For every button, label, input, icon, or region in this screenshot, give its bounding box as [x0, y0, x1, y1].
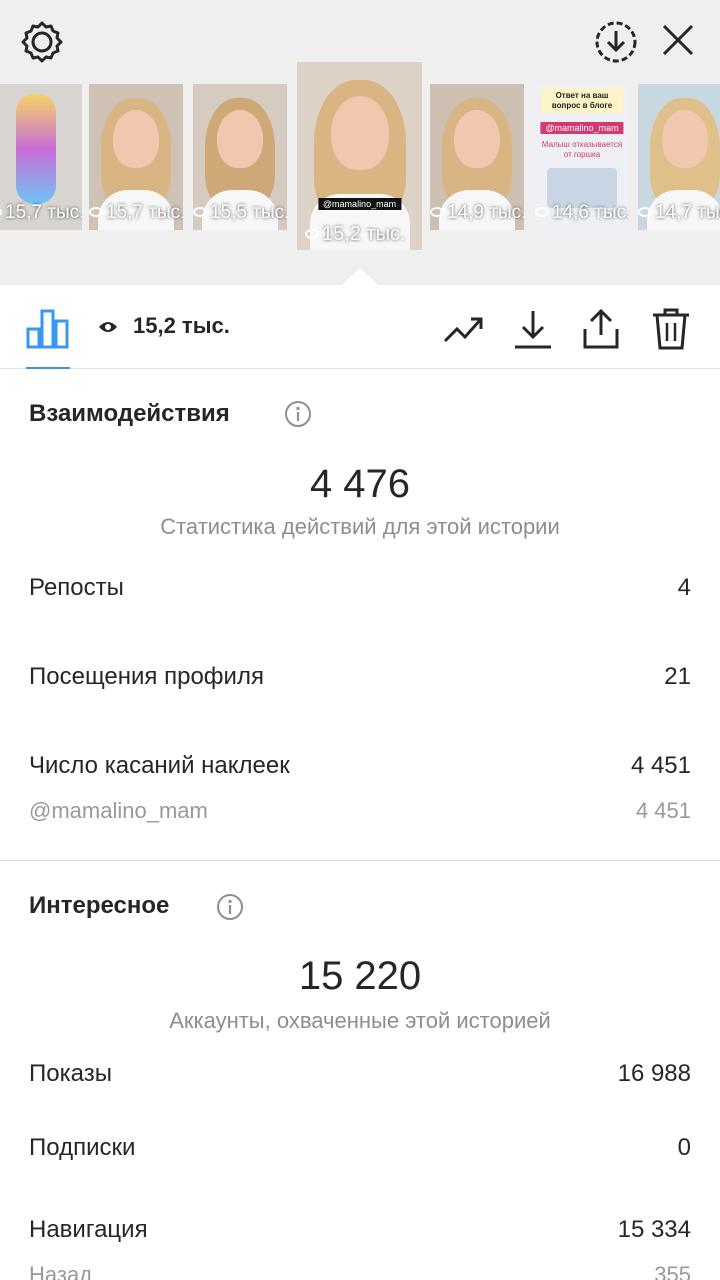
follows-label: Подписки	[29, 1134, 136, 1161]
section-divider	[0, 860, 720, 861]
eye-icon	[89, 207, 103, 217]
mention-sticker-value: 4 451	[635, 798, 691, 823]
interactions-subtitle: Статистика действий для этой истории	[160, 514, 560, 539]
mention-sticker-label: @mamalino_mam	[29, 798, 208, 823]
story-views: 15,7 тыс.	[106, 202, 183, 223]
story-carousel-area: 15,7 тыс. 15,7 тыс. 15,5 тыс. @mamalino_…	[0, 0, 720, 285]
bar-chart-icon[interactable]	[26, 307, 70, 349]
story-thumbnail[interactable]: Ответ на ваш вопрос в блоге @mamalino_ma…	[535, 84, 629, 230]
back-label: Назад	[29, 1262, 93, 1280]
interactions-title: Взаимодействия	[29, 400, 230, 427]
trending-up-icon[interactable]	[441, 307, 485, 351]
navigation-value: 15 334	[617, 1216, 691, 1243]
mention-sticker: @mamalino_mam	[317, 198, 402, 210]
sticker-taps-label: Число касаний наклеек	[29, 752, 290, 779]
views-count: 15,2 тыс.	[133, 313, 230, 338]
story-views: 15,7 тыс.	[5, 202, 82, 223]
back-value: 355	[654, 1262, 691, 1280]
eye-icon	[305, 229, 319, 239]
active-tab-indicator	[26, 367, 70, 369]
eye-icon	[535, 207, 549, 217]
story-views: 14,6 тыс.	[552, 202, 629, 223]
eye-icon	[638, 207, 652, 217]
impressions-value: 16 988	[617, 1060, 691, 1087]
settings-gear-icon[interactable]	[18, 18, 66, 66]
story-thumbnail-strip: 15,7 тыс. 15,7 тыс. 15,5 тыс. @mamalino_…	[0, 62, 720, 252]
eye-icon	[99, 322, 117, 332]
profile-visits-label: Посещения профиля	[29, 663, 264, 690]
story-thumbnail[interactable]: 15,5 тыс.	[193, 84, 287, 230]
insights-toolbar: 15,2 тыс.	[0, 285, 720, 369]
discovery-subtitle: Аккаунты, охваченные этой историей	[169, 1008, 551, 1033]
reposts-value: 4	[677, 574, 691, 601]
eye-icon	[430, 207, 444, 217]
sticker-taps-value: 4 451	[630, 752, 691, 779]
selected-pointer	[342, 268, 378, 285]
question-banner: Ответ на ваш вопрос в блоге	[541, 88, 623, 114]
eye-icon	[193, 207, 207, 217]
story-caption: Малыш отказывается от горшка	[541, 140, 623, 159]
info-icon[interactable]	[284, 400, 312, 428]
story-thumbnail[interactable]: 15,7 тыс.	[0, 84, 82, 230]
story-views: 15,2 тыс.	[322, 223, 406, 245]
mention-sticker: @mamalino_mam	[540, 122, 624, 134]
discovery-total: 15 220	[298, 954, 422, 998]
close-icon[interactable]	[656, 18, 700, 62]
interactions-total: 4 476	[309, 462, 411, 506]
discovery-title: Интересное	[29, 892, 170, 919]
story-thumbnail[interactable]: 14,7 тыс.	[638, 84, 720, 230]
trash-icon[interactable]	[649, 307, 693, 351]
download-icon[interactable]	[511, 307, 555, 351]
profile-visits-value: 21	[664, 663, 691, 690]
story-thumbnail-selected[interactable]: @mamalino_mam 15,2 тыс.	[297, 62, 422, 250]
eye-icon	[0, 207, 2, 217]
story-views: 14,9 тыс.	[447, 202, 524, 223]
story-views: 14,7 тыс.	[655, 202, 720, 223]
story-thumbnail[interactable]: 14,9 тыс.	[430, 84, 524, 230]
story-thumbnail[interactable]: 15,7 тыс.	[89, 84, 183, 230]
download-circle-icon[interactable]	[592, 18, 640, 66]
impressions-label: Показы	[29, 1060, 112, 1087]
follows-value: 0	[677, 1134, 691, 1161]
navigation-label: Навигация	[29, 1216, 148, 1243]
reposts-label: Репосты	[29, 574, 124, 601]
story-views: 15,5 тыс.	[210, 202, 287, 223]
share-icon[interactable]	[579, 307, 623, 351]
info-icon[interactable]	[216, 893, 244, 921]
